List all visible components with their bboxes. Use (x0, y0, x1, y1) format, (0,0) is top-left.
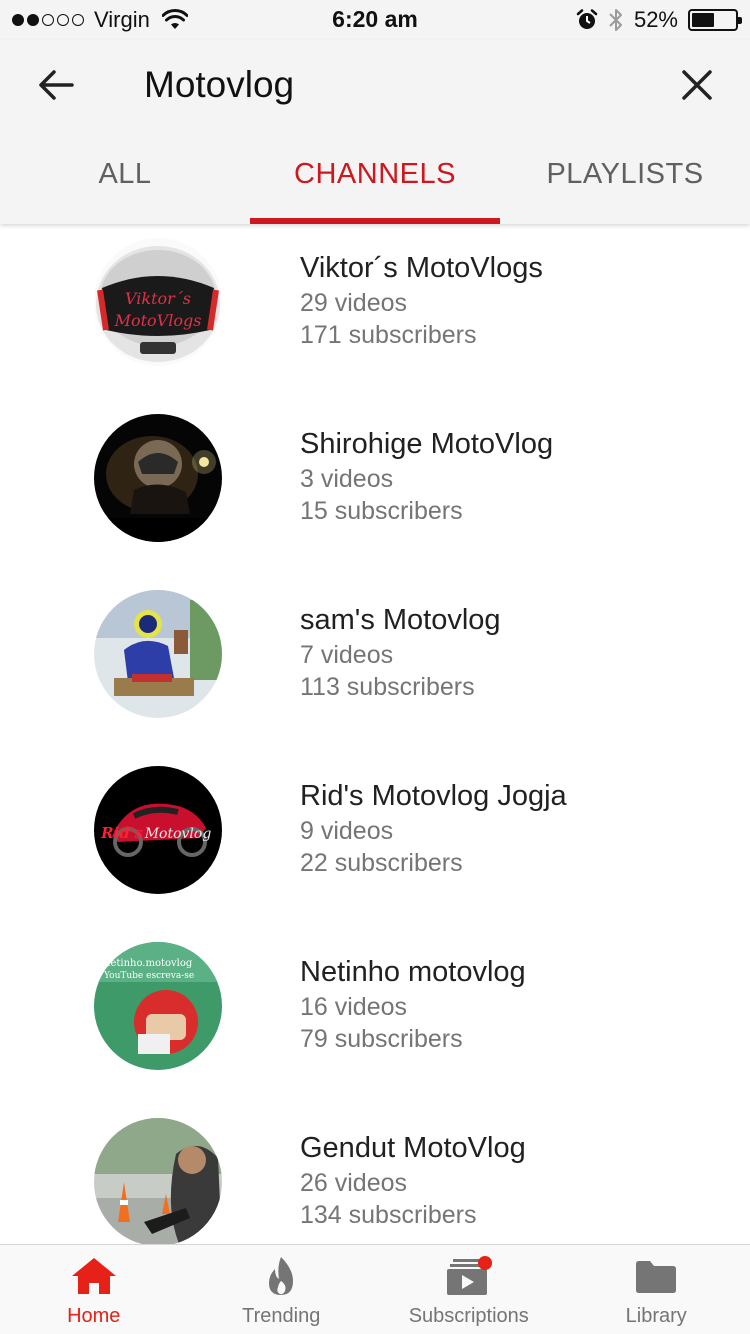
channel-avatar[interactable] (94, 590, 222, 718)
search-header: Motovlog ALL CHANNELS PLAYLISTS (0, 40, 750, 224)
subscriptions-icon (445, 1255, 493, 1297)
channel-avatar[interactable] (94, 1118, 222, 1244)
channel-avatar[interactable]: Rid's Motovlog (94, 766, 222, 894)
svg-text:MotoVlogs: MotoVlogs (114, 311, 202, 330)
channel-name: Viktor´s MotoVlogs (300, 252, 543, 284)
back-arrow-icon (39, 70, 74, 100)
channel-video-count: 7 videos (300, 641, 394, 669)
channel-video-count: 9 videos (300, 817, 394, 845)
channel-name: Gendut MotoVlog (300, 1132, 526, 1164)
result-type-tabs: ALL CHANNELS PLAYLISTS (0, 140, 750, 224)
bottom-navigation: Home Trending Subscriptions Library (0, 1244, 750, 1334)
channel-subscriber-count: 79 subscribers (300, 1025, 463, 1053)
close-icon (682, 70, 712, 100)
channel-subscriber-count: 171 subscribers (300, 321, 477, 349)
home-icon (70, 1255, 118, 1297)
battery-percent: 52% (633, 7, 678, 32)
bluetooth-icon (609, 9, 622, 31)
svg-text:Motovlog: Motovlog (144, 826, 212, 842)
channel-row-shirohige-motovlog[interactable]: Shirohige MotoVlog 3 videos 15 subscribe… (0, 400, 750, 576)
channel-name: sam's Motovlog (300, 604, 501, 636)
alarm-icon (576, 9, 598, 29)
channel-subscriber-count: 113 subscribers (300, 673, 475, 701)
channel-video-count: 16 videos (300, 993, 408, 1021)
svg-text:Viktor´s: Viktor´s (125, 289, 191, 308)
channel-results-list: Viktor´s MotoVlogs Viktor´s MotoVlogs 29… (0, 224, 750, 1244)
helmet-logo-image: Viktor´s MotoVlogs (94, 238, 222, 366)
nav-trending-label: Trending (242, 1305, 321, 1327)
tab-playlists[interactable]: PLAYLISTS (500, 140, 750, 224)
channel-name: Shirohige MotoVlog (300, 428, 554, 460)
tab-channels[interactable]: CHANNELS (250, 140, 500, 224)
channel-row-rids-motovlog-jogja[interactable]: Rid's Motovlog Rid's Motovlog Jogja 9 vi… (0, 752, 750, 928)
status-right: 52% (576, 6, 742, 34)
channel-avatar[interactable]: Viktor´s MotoVlogs (94, 238, 222, 366)
channel-subscriber-count: 22 subscribers (300, 849, 463, 877)
night-rider-photo (94, 414, 222, 542)
back-button[interactable] (30, 62, 82, 108)
flame-icon (257, 1255, 305, 1297)
channel-subscriber-count: 134 subscribers (300, 1201, 477, 1229)
battery-level (692, 13, 714, 27)
nav-home-label: Home (67, 1305, 121, 1327)
tab-all[interactable]: ALL (0, 140, 250, 224)
channel-name: Rid's Motovlog Jogja (300, 780, 567, 812)
channel-row-gendut-motovlog[interactable]: Gendut MotoVlog 26 videos 134 subscriber… (0, 1104, 750, 1244)
nav-library[interactable]: Library (563, 1245, 750, 1334)
nav-home[interactable]: Home (0, 1245, 188, 1334)
channel-name: Netinho motovlog (300, 956, 526, 988)
channel-avatar[interactable] (94, 414, 222, 542)
red-helmet-selfie-photo: netinho.motovlog YouTube escreva-se (94, 942, 222, 1070)
rider-at-desk-photo (94, 590, 222, 718)
nav-subscriptions-label: Subscriptions (408, 1305, 529, 1327)
channel-row-viktors-motovlogs[interactable]: Viktor´s MotoVlogs Viktor´s MotoVlogs 29… (0, 224, 750, 400)
search-query[interactable]: Motovlog (144, 62, 294, 108)
rider-with-cones-photo (94, 1118, 222, 1244)
channel-subscriber-count: 15 subscribers (300, 497, 463, 525)
channel-video-count: 26 videos (300, 1169, 408, 1197)
svg-text:YouTube escreva-se: YouTube escreva-se (103, 971, 194, 981)
status-bar: Virgin 6:20 am 52% (0, 0, 750, 40)
folder-icon (632, 1255, 680, 1297)
clear-search-button[interactable] (674, 62, 720, 108)
channel-avatar[interactable]: netinho.motovlog YouTube escreva-se (94, 942, 222, 1070)
channel-row-sams-motovlog[interactable]: sam's Motovlog 7 videos 113 subscribers (0, 576, 750, 752)
channel-row-netinho-motovlog[interactable]: netinho.motovlog YouTube escreva-se Neti… (0, 928, 750, 1104)
nav-library-label: Library (625, 1305, 687, 1327)
channel-video-count: 29 videos (300, 289, 408, 317)
battery-icon (688, 9, 742, 31)
svg-text:Rid's: Rid's (100, 824, 143, 842)
channel-video-count: 3 videos (300, 465, 394, 493)
nav-subscriptions[interactable]: Subscriptions (375, 1245, 563, 1334)
svg-text:netinho.motovlog: netinho.motovlog (104, 958, 193, 969)
nav-trending[interactable]: Trending (188, 1245, 376, 1334)
motorbike-logo-image: Rid's Motovlog (94, 766, 222, 894)
